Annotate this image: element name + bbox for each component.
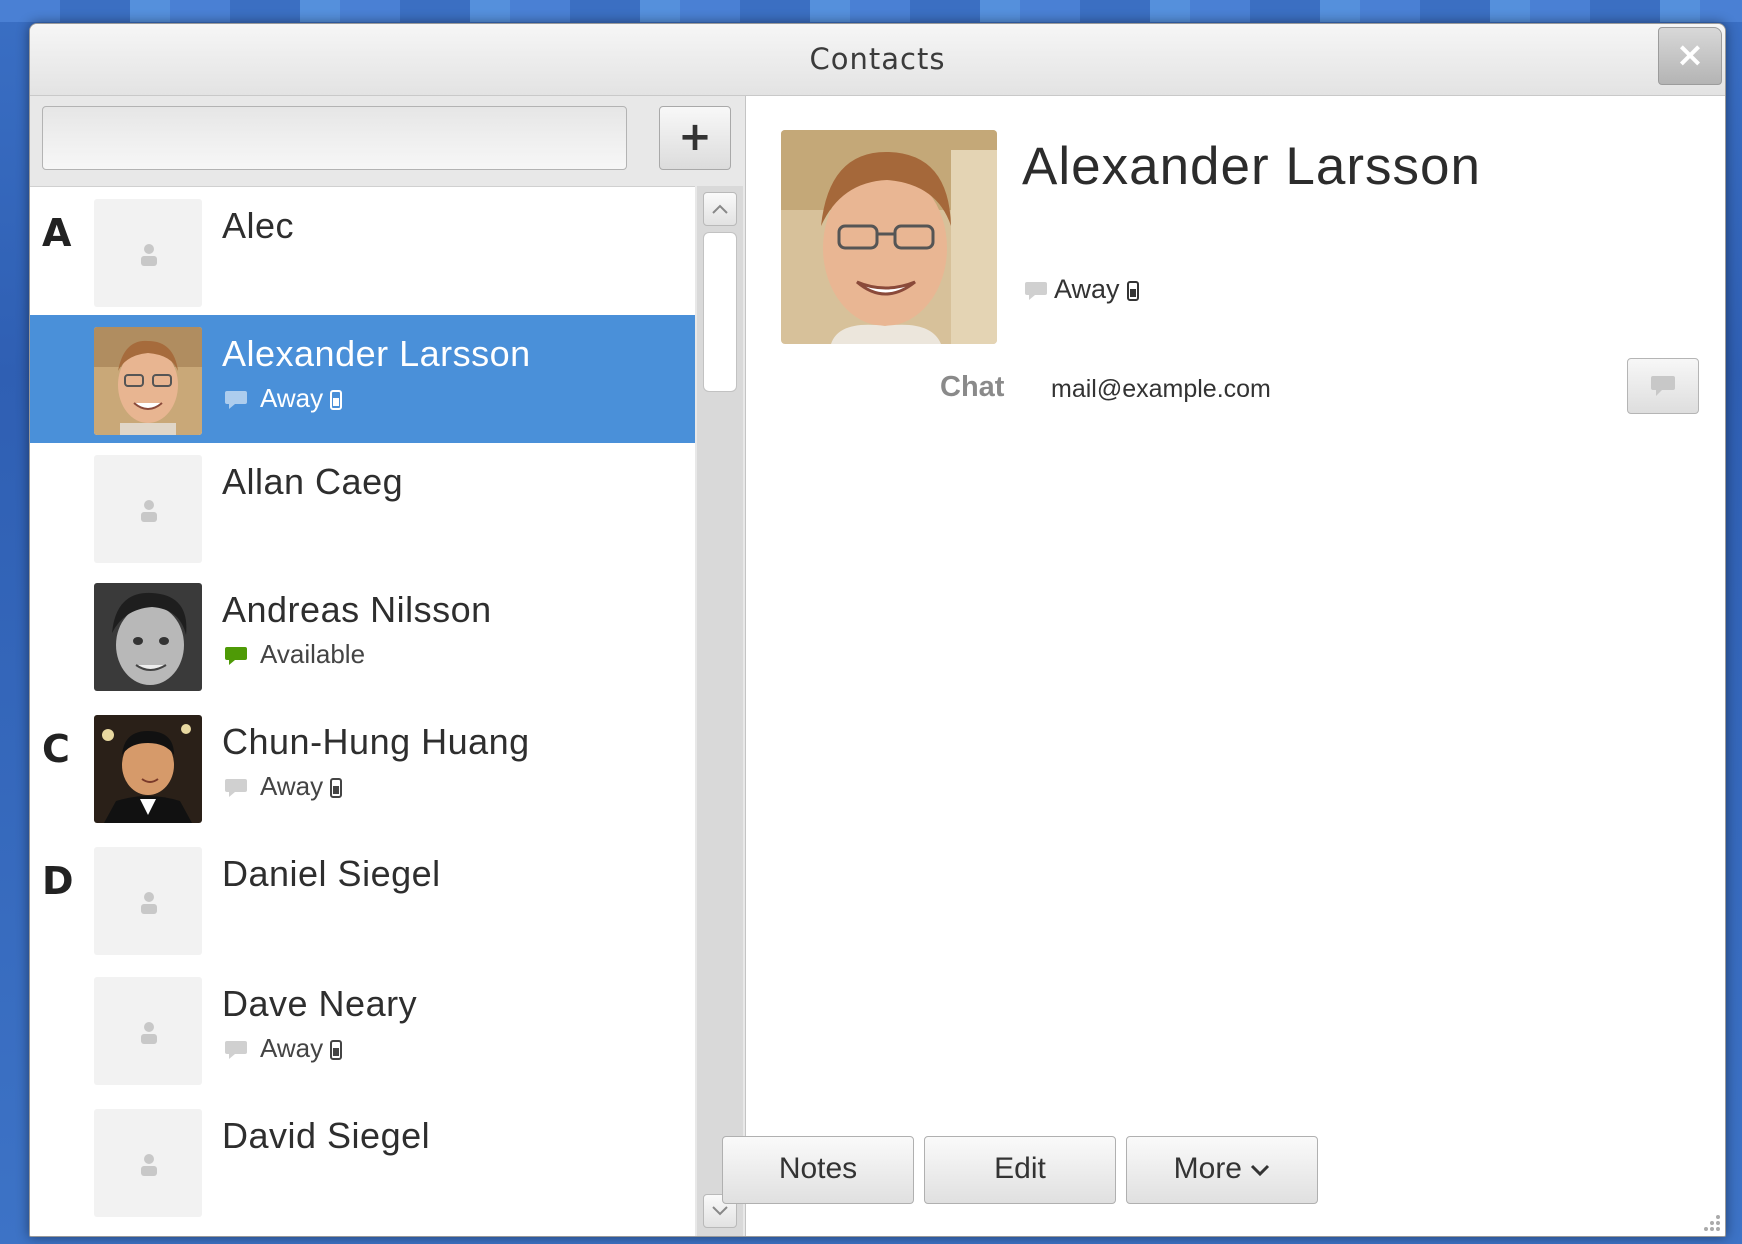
contact-name: Andreas Nilsson — [222, 589, 492, 630]
avatar — [94, 455, 202, 563]
contact-name: Alexander Larsson — [222, 333, 531, 374]
chevron-up-icon — [712, 204, 728, 214]
phone-icon — [1126, 280, 1139, 301]
contact-list-pane: + A Alec Alexander Larsson Away Allan Ca… — [30, 96, 746, 1236]
contact-status: Away — [224, 1033, 343, 1064]
contact-status: Available — [224, 639, 365, 670]
status-label: Away — [260, 1033, 324, 1063]
contact-status: Away — [224, 383, 343, 414]
phone-icon — [330, 778, 343, 799]
add-contact-button[interactable]: + — [659, 106, 731, 170]
contact-photo — [94, 327, 202, 435]
chat-field-label: Chat — [940, 371, 1005, 403]
avatar — [94, 715, 202, 823]
contact-photo — [781, 130, 997, 344]
person-placeholder-icon — [141, 500, 157, 522]
list-item-alexander-larsson[interactable]: Alexander Larsson Away — [30, 315, 695, 443]
chat-icon — [1651, 376, 1675, 396]
contacts-window: Contacts × + A Alec Alexander Larsson Aw… — [29, 23, 1726, 1237]
away-chat-icon — [1025, 281, 1047, 300]
person-placeholder-icon — [141, 1154, 157, 1176]
chevron-down-icon — [1251, 1165, 1270, 1177]
list-item-dave-neary[interactable]: Dave Neary Away — [30, 965, 695, 1093]
chat-address: mail@example.com — [1051, 375, 1271, 403]
list-item-allan-caeg[interactable]: Allan Caeg — [30, 443, 695, 571]
contact-name-heading: Alexander Larsson — [1022, 137, 1481, 196]
search-input[interactable] — [42, 106, 627, 170]
desktop-background — [0, 0, 1742, 22]
scroll-up-button[interactable] — [703, 192, 737, 226]
detail-status: Away — [1024, 274, 1140, 305]
contact-name: Chun-Hung Huang — [222, 721, 530, 762]
resize-grip-icon[interactable] — [1701, 1212, 1721, 1232]
contact-photo — [94, 715, 202, 823]
list-item-andreas-nilsson[interactable]: Andreas Nilsson Available — [30, 571, 695, 699]
scrollbar-thumb[interactable] — [703, 232, 737, 392]
away-chat-icon — [225, 779, 247, 798]
person-placeholder-icon — [141, 244, 157, 266]
status-label: Away — [260, 383, 324, 413]
available-chat-icon — [225, 647, 247, 666]
status-label: Available — [260, 639, 366, 669]
contact-photo — [94, 583, 202, 691]
section-letter: A — [42, 211, 72, 255]
list-item-david-siegel[interactable]: David Siegel — [30, 1097, 695, 1225]
phone-icon — [330, 1040, 343, 1061]
chevron-down-icon — [712, 1206, 728, 1216]
edit-button[interactable]: Edit — [924, 1136, 1116, 1204]
avatar — [94, 327, 202, 435]
more-label: More — [1173, 1152, 1242, 1185]
status-label: Away — [260, 771, 324, 801]
contact-status: Away — [224, 771, 343, 802]
contact-name: Alec — [222, 205, 295, 246]
contact-name: Daniel Siegel — [222, 853, 441, 894]
away-chat-icon — [225, 1041, 247, 1060]
more-button[interactable]: More — [1126, 1136, 1318, 1204]
avatar — [94, 199, 202, 307]
contact-name: David Siegel — [222, 1115, 431, 1156]
avatar — [94, 1109, 202, 1217]
contact-name: Allan Caeg — [222, 461, 404, 502]
close-button[interactable]: × — [1658, 27, 1722, 85]
avatar — [94, 583, 202, 691]
window-title: Contacts — [809, 42, 946, 76]
avatar — [94, 847, 202, 955]
section-letter: C — [42, 727, 70, 771]
titlebar: Contacts × — [30, 24, 1725, 96]
contact-list: A Alec Alexander Larsson Away Allan Caeg… — [30, 186, 695, 1236]
contact-name: Dave Neary — [222, 983, 418, 1024]
person-placeholder-icon — [141, 892, 157, 914]
contact-detail-pane: Alexander Larsson Away Chat mail@example… — [722, 96, 1725, 1236]
start-chat-button[interactable] — [1627, 358, 1699, 414]
phone-icon — [330, 390, 343, 411]
avatar — [94, 977, 202, 1085]
detail-avatar — [781, 130, 997, 344]
list-item-alec[interactable]: A Alec — [30, 187, 695, 315]
status-label: Away — [1054, 274, 1120, 304]
contact-list-scrollbar[interactable] — [697, 186, 743, 1236]
person-placeholder-icon — [141, 1022, 157, 1044]
list-item-daniel-siegel[interactable]: D Daniel Siegel — [30, 835, 695, 963]
section-letter: D — [42, 859, 74, 903]
notes-button[interactable]: Notes — [722, 1136, 914, 1204]
list-item-chun-hung-huang[interactable]: C Chun-Hung Huang Away — [30, 703, 695, 831]
away-chat-icon — [225, 391, 247, 410]
